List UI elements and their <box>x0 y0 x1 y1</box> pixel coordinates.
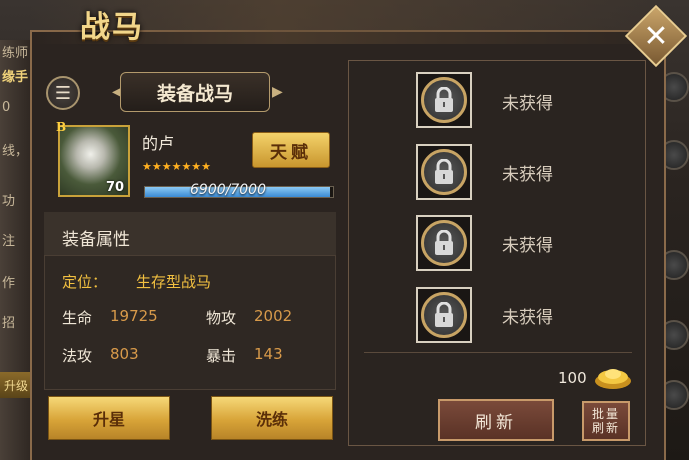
equip-horse-header: 装备战马 <box>120 72 270 112</box>
batch-refresh-label: 刷新 <box>591 421 620 435</box>
refresh-button[interactable]: 刷新 <box>438 399 554 441</box>
lock-icon <box>421 220 467 266</box>
stat-label: 暴击 <box>206 347 237 365</box>
close-icon[interactable]: ✕ <box>634 14 678 58</box>
background-text: 作 <box>2 276 16 291</box>
stat-label: 法攻 <box>62 347 93 365</box>
lock-icon <box>421 149 467 195</box>
position-value: 生存型战马 <box>136 273 212 291</box>
background-text: 0 <box>2 100 11 115</box>
arrow-right-icon: ▶ <box>272 84 283 100</box>
stat-label: 生命 <box>62 309 93 327</box>
background-text: 功 <box>2 194 16 209</box>
slot-status: 未获得 <box>502 94 553 114</box>
stat-value: 143 <box>254 345 283 363</box>
list-icon: ☰ <box>54 82 72 104</box>
batch-refresh-button[interactable]: 批量 刷新 <box>582 401 630 441</box>
slot-status: 未获得 <box>502 236 553 256</box>
window-title: 战马 <box>80 10 144 45</box>
xp-text: 6900/7000 <box>190 182 266 198</box>
background-text: 练师 <box>2 46 29 61</box>
stat-label: 物攻 <box>206 309 237 327</box>
gold-count: 100 <box>558 369 587 387</box>
horse-slot[interactable] <box>416 72 472 128</box>
star-rating: ★★★★★★★ <box>142 160 212 173</box>
refine-button[interactable]: 洗练 <box>211 396 333 440</box>
horse-name: 的卢 <box>142 134 175 153</box>
horse-slot[interactable] <box>416 215 472 271</box>
attributes-title: 装备属性 <box>62 230 130 250</box>
lock-icon <box>421 77 467 123</box>
horse-level: 70 <box>106 180 125 195</box>
slot-status: 未获得 <box>502 165 553 185</box>
stat-value: 803 <box>110 345 139 363</box>
slot-status: 未获得 <box>502 308 553 328</box>
upgrade-star-button[interactable]: 升星 <box>48 396 170 440</box>
gold-ingot-icon <box>595 369 631 389</box>
panel-divider <box>364 352 632 353</box>
position-label: 定位： <box>62 273 108 291</box>
stat-value: 2002 <box>254 307 293 325</box>
horse-slot[interactable] <box>416 287 472 343</box>
background-text: 招 <box>2 316 16 331</box>
list-menu-button[interactable]: ☰ <box>46 76 80 110</box>
lock-icon <box>421 292 467 338</box>
background-text: 线， <box>2 144 29 159</box>
horse-slot[interactable] <box>416 144 472 200</box>
batch-refresh-label: 批量 <box>591 407 620 421</box>
background-upgrade-button[interactable]: 升级 <box>0 372 32 398</box>
background-text: 缘手 <box>2 70 29 85</box>
background-text: 注 <box>2 234 16 249</box>
horse-grade: B <box>56 120 67 134</box>
talent-button[interactable]: 天赋 <box>252 132 330 168</box>
stat-value: 19725 <box>110 307 158 325</box>
